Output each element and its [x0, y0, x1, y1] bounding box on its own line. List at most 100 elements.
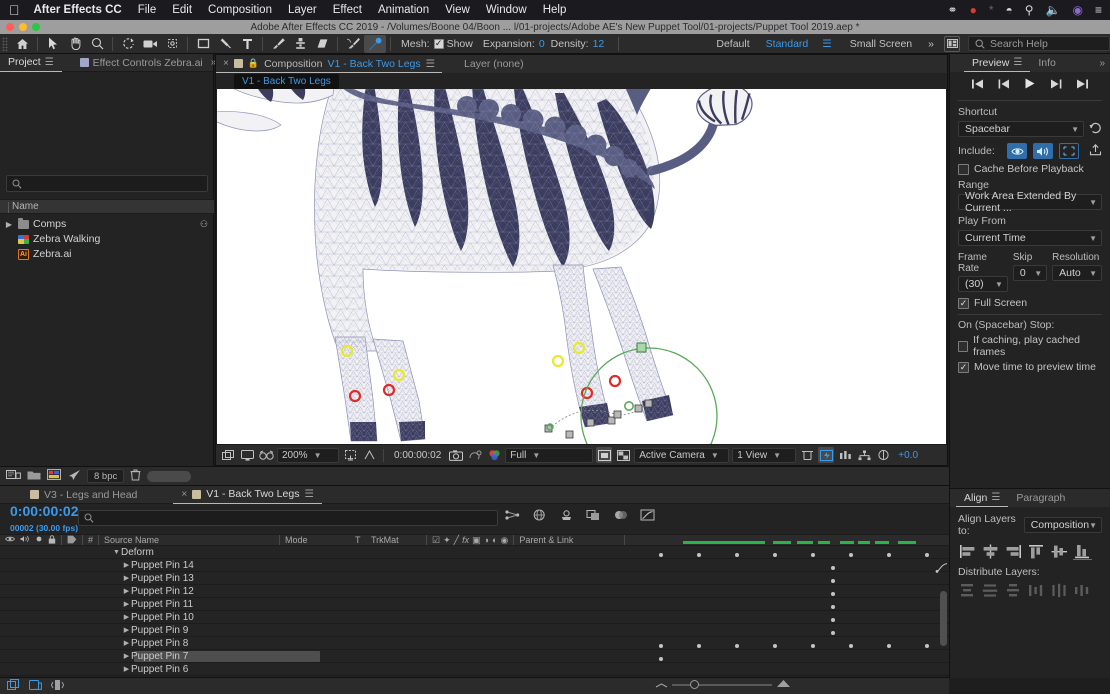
exposure-reset-icon[interactable] [875, 447, 891, 463]
notification-center-icon[interactable]: ≡ [1095, 4, 1102, 16]
distribute-bottom-icon[interactable] [1004, 582, 1023, 599]
workspace-layout-icon[interactable] [944, 35, 960, 52]
composition-panel-menu-icon[interactable]: ☰ [426, 58, 435, 70]
frame-rate-select[interactable]: (30) ▼ [958, 276, 1008, 292]
menu-item-help[interactable]: Help [543, 4, 567, 16]
align-left-icon[interactable] [958, 543, 977, 560]
apple-icon[interactable]:  [9, 3, 20, 17]
chevron-right-icon[interactable]: ▶ [122, 665, 131, 673]
selection-tool-icon[interactable] [42, 35, 64, 53]
composition-canvas[interactable] [216, 89, 946, 444]
tab-project[interactable]: Project ☰ [0, 53, 62, 72]
distribute-horizontal-center-icon[interactable] [1050, 582, 1069, 599]
shortcut-select[interactable]: Spacebar ▼ [958, 121, 1084, 137]
toggle-view-masks-icon[interactable] [596, 447, 613, 463]
preview-panel-menu-icon[interactable]: ☰ [1013, 57, 1022, 68]
tomato-icon[interactable]: ● [970, 4, 977, 16]
align-panel-menu-icon[interactable]: ☰ [991, 492, 1000, 503]
tab-v1-back-two-legs[interactable]: × V1 - Back Two Legs ☰ [173, 486, 322, 504]
show-channel-icon[interactable] [486, 447, 502, 463]
puppet-pin-tool-icon[interactable] [364, 34, 386, 53]
skip-select[interactable]: 0 ▼ [1012, 265, 1048, 281]
choose-grid-guide-icon[interactable] [342, 447, 358, 463]
eye-icon[interactable] [5, 535, 15, 545]
distribute-top-icon[interactable] [958, 582, 977, 599]
chevron-right-icon[interactable]: ▶ [122, 639, 131, 647]
menu-item-layer[interactable]: Layer [288, 4, 317, 16]
new-folder-icon[interactable] [27, 469, 41, 483]
composition-viewer[interactable] [216, 89, 947, 444]
comp-flowchart-icon[interactable] [856, 447, 872, 463]
cache-before-playback-checkbox[interactable]: Cache Before Playback [958, 163, 1102, 175]
hand-tool-icon[interactable] [64, 35, 86, 53]
fast-previews-icon[interactable] [818, 447, 835, 463]
timeline-flowchart-icon[interactable] [837, 447, 853, 463]
range-select[interactable]: Work Area Extended By Current ... ▼ [958, 190, 1102, 214]
type-tool-icon[interactable] [236, 35, 258, 53]
screenflow-icon[interactable]: ⚭ [948, 4, 958, 16]
shape-tool-icon[interactable] [192, 35, 214, 53]
menu-item-composition[interactable]: Composition [208, 4, 272, 16]
zoom-slider-knob[interactable] [690, 680, 699, 689]
distribute-left-icon[interactable] [1027, 582, 1046, 599]
chevron-right-icon[interactable]: ▶ [122, 613, 131, 621]
minimize-button[interactable] [19, 23, 27, 31]
enable-frame-blending-icon[interactable] [586, 509, 601, 524]
eraser-tool-icon[interactable] [311, 35, 333, 53]
tab-effect-controls[interactable]: Effect Controls Zebra.ai [72, 54, 211, 72]
menu-item-effect[interactable]: Effect [333, 4, 362, 16]
next-frame-icon[interactable] [1050, 79, 1062, 92]
project-settings-icon[interactable] [47, 469, 61, 483]
distribute-right-icon[interactable] [1073, 582, 1092, 599]
density-value[interactable]: 12 [593, 38, 605, 50]
tab-align[interactable]: Align ☰ [956, 489, 1009, 507]
preview-resolution-select[interactable]: Auto ▼ [1052, 265, 1102, 281]
timeline-panel-menu-icon[interactable]: ☰ [304, 488, 313, 500]
project-item-comps[interactable]: ▶ Comps ⚇ [0, 217, 214, 231]
monitor-icon[interactable] [239, 447, 255, 463]
trash-icon[interactable] [130, 469, 141, 484]
play-icon[interactable] [1024, 78, 1036, 92]
zoom-out-icon[interactable] [655, 679, 668, 691]
menu-item-window[interactable]: Window [486, 4, 527, 16]
timeline-search-input[interactable] [78, 510, 498, 526]
last-frame-icon[interactable] [1076, 79, 1088, 92]
clone-stamp-tool-icon[interactable] [289, 35, 311, 53]
close-icon[interactable]: × [223, 58, 229, 69]
align-vertical-center-icon[interactable] [1050, 543, 1069, 560]
delete-icon[interactable] [67, 469, 81, 484]
show-snapshot-icon[interactable] [467, 447, 483, 463]
maximize-button[interactable] [32, 23, 40, 31]
new-composition-icon[interactable] [6, 469, 21, 484]
tab-info[interactable]: Info [1030, 54, 1064, 72]
spotlight-search-icon[interactable]: ⚲ [1025, 4, 1034, 16]
timeline-keyframe-area[interactable] [655, 541, 933, 681]
workspace-standard[interactable]: Standard [766, 38, 809, 50]
solo-icon[interactable] [35, 535, 43, 545]
previous-frame-icon[interactable] [998, 79, 1010, 92]
first-frame-icon[interactable] [972, 79, 984, 92]
align-layers-to-select[interactable]: Composition ▼ [1023, 517, 1102, 533]
mesh-show-checkbox[interactable]: ✓ [433, 38, 444, 49]
overlays-include-icon[interactable] [1059, 143, 1079, 159]
bluetooth-icon[interactable]: * [989, 4, 994, 16]
if-caching-checkbox[interactable]: If caching, play cached frames [958, 334, 1102, 358]
chevron-right-icon[interactable]: ▶ [122, 574, 131, 582]
fx-icon[interactable]: fx [462, 535, 469, 545]
tab-composition-v1[interactable]: × 🔒 Composition V1 - Back Two Legs ☰ [216, 55, 443, 73]
project-item-zebra-walking[interactable]: Zebra Walking [0, 232, 214, 246]
align-horizontal-center-icon[interactable] [981, 543, 1000, 560]
timeline-current-time[interactable]: 0:00:00:02 [10, 504, 79, 519]
label-tag-icon[interactable] [67, 535, 77, 546]
project-column-header[interactable]: Name [0, 199, 214, 214]
play-from-select[interactable]: Current Time ▼ [958, 230, 1102, 246]
graph-editor-icon[interactable] [640, 509, 655, 524]
brush-tool-icon[interactable] [267, 35, 289, 53]
preview-panel-overflow-icon[interactable]: » [1099, 58, 1105, 69]
expansion-value[interactable]: 0 [539, 38, 545, 50]
full-screen-checkbox[interactable]: ✓ Full Screen [958, 297, 1102, 309]
enable-motion-blur-icon[interactable] [613, 509, 628, 524]
magnification-select[interactable]: 200% ▼ [277, 447, 339, 463]
workspace-menu-icon[interactable]: ☰ [814, 35, 839, 53]
lock-icon[interactable] [48, 534, 56, 546]
